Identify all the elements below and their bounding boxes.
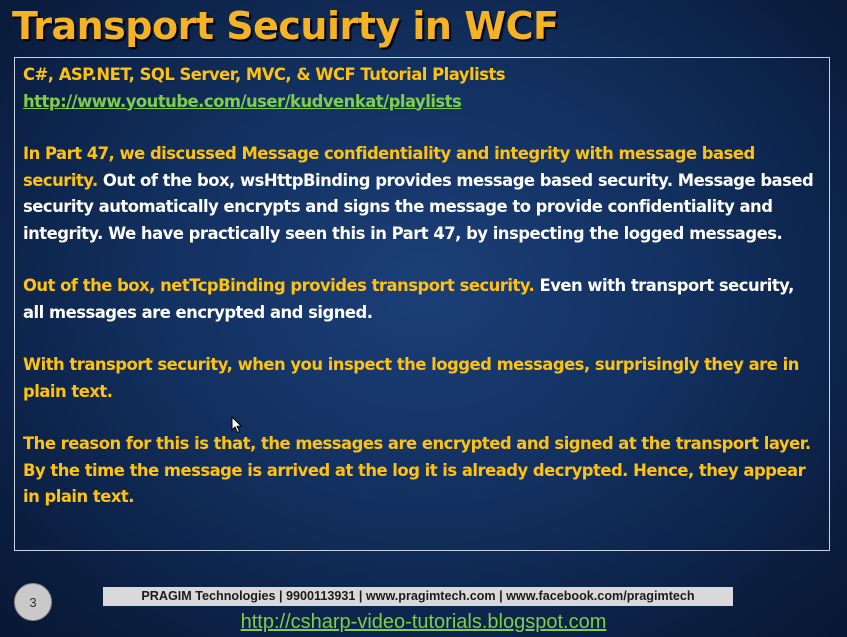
playlist-link[interactable]: http://www.youtube.com/user/kudvenkat/pl… [23,92,462,111]
paragraph-2-highlight: Out of the box, netTcpBinding provides t… [23,276,535,295]
paragraph-1-text: Out of the box, wsHttpBinding provides m… [23,170,814,243]
playlist-heading: C#, ASP.NET, SQL Server, MVC, & WCF Tuto… [23,62,819,89]
content-box: C#, ASP.NET, SQL Server, MVC, & WCF Tuto… [14,57,830,551]
paragraph-message-security: In Part 47, we discussed Message confide… [23,141,819,247]
playlist-heading-text: C#, ASP.NET, SQL Server, MVC, & WCF Tuto… [23,65,506,84]
playlist-link-line: http://www.youtube.com/user/kudvenkat/pl… [23,89,819,116]
paragraph-reason: The reason for this is that, the message… [23,431,819,511]
paragraph-transport-security: Out of the box, netTcpBinding provides t… [23,273,819,326]
paragraph-3-text: With transport security, when you inspec… [23,355,799,401]
paragraph-4-text: The reason for this is that, the message… [23,434,811,506]
slide-title: Transport Secuirty in WCF [12,4,559,48]
footer-company-info: PRAGIM Technologies | 9900113931 | www.p… [103,587,733,606]
blog-link[interactable]: http://csharp-video-tutorials.blogspot.c… [0,611,847,634]
paragraph-plain-text: With transport security, when you inspec… [23,352,819,405]
